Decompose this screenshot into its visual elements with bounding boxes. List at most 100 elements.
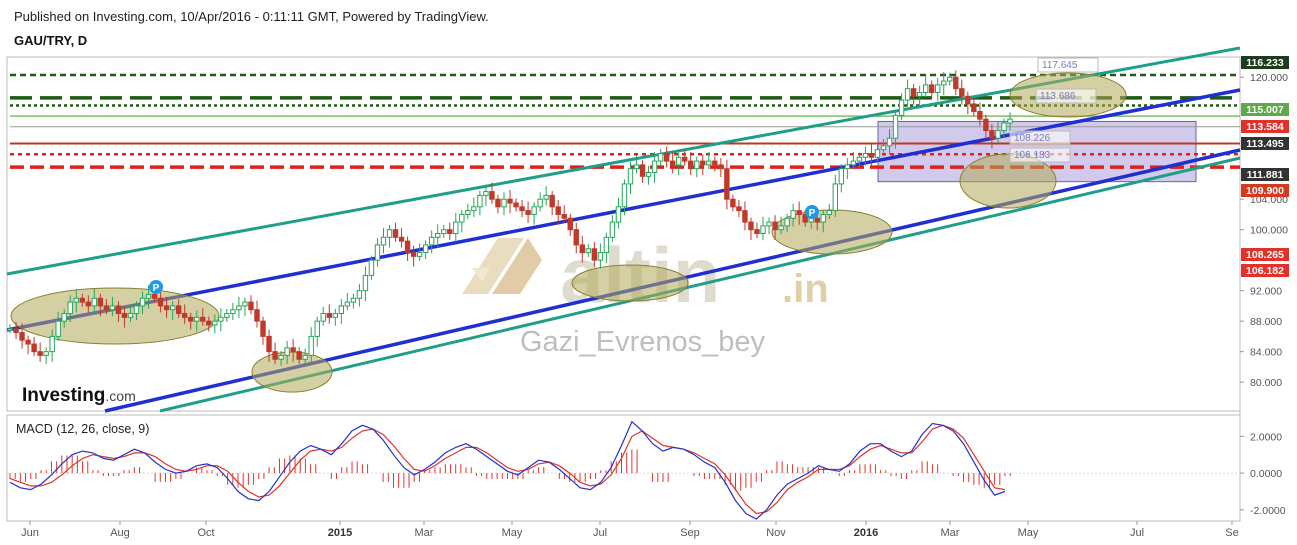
candle-body [67, 301, 73, 315]
candle-body [886, 137, 893, 147]
candle-body [579, 244, 585, 254]
y-tick-label: 120.000 [1250, 72, 1288, 84]
candle-body [790, 210, 796, 219]
highlight-zone-ellipse [10, 287, 220, 345]
candle-body [651, 160, 658, 174]
candle-body [212, 320, 218, 326]
x-tick-label: Se [1225, 527, 1238, 539]
candle-body [935, 84, 941, 93]
candle-body [549, 194, 555, 208]
candle-body [428, 236, 435, 246]
candle-body [525, 210, 531, 215]
x-tick-label: Mar [941, 527, 960, 539]
candle-body [410, 252, 417, 257]
candle-body [392, 229, 399, 238]
candle-body [79, 297, 85, 303]
candle-body [73, 297, 79, 303]
price-badge-label: 116.233 [1246, 57, 1284, 69]
candle-body [820, 213, 826, 223]
candle-body [19, 332, 25, 341]
candle-body [374, 244, 381, 261]
candle-body [874, 149, 881, 158]
candle-body [663, 152, 670, 162]
candle-body [260, 320, 266, 337]
candle-body [537, 198, 543, 208]
altin-logo-icon [462, 238, 542, 294]
candle-body [748, 221, 754, 231]
candle-body [194, 316, 200, 322]
candle-body [627, 168, 634, 185]
chart-canvas[interactable]: altin .in Gazi_Evrenos_bey PP117.645113.… [0, 0, 1297, 545]
candle-body [1001, 122, 1007, 132]
candle-body [350, 297, 357, 303]
candle-body [121, 313, 128, 318]
candle-body [453, 221, 459, 234]
candle-body [338, 305, 345, 315]
candle-body [772, 221, 778, 231]
pivot-marker-label: P [809, 208, 816, 219]
candle-body [639, 164, 646, 177]
candle-body [609, 221, 616, 238]
candle-body [868, 152, 875, 158]
macd-y-tick-label: -2.0000 [1250, 505, 1286, 517]
candle-body [983, 118, 989, 132]
fib-label: 108.226 [1014, 133, 1051, 144]
highlight-zone-ellipse [771, 209, 893, 255]
candle-body [694, 160, 700, 170]
candle-body [838, 168, 845, 185]
candle-body [489, 191, 495, 200]
x-tick-label: Oct [197, 527, 214, 539]
candle-body [224, 313, 230, 318]
candle-body [109, 305, 116, 311]
candle-body [959, 88, 965, 97]
candle-body [922, 84, 929, 93]
candle-body [561, 213, 567, 219]
candle-body [621, 183, 628, 208]
candle-body [200, 316, 206, 322]
candle-body [181, 313, 188, 318]
candle-body [332, 313, 339, 318]
x-tick-label: Mar [415, 527, 434, 539]
candle-body [302, 354, 308, 360]
macd-y-tick-label: 2.0000 [1250, 431, 1282, 443]
candle-body [1007, 118, 1013, 124]
x-tick-label: Nov [766, 527, 786, 539]
candle-body [633, 164, 640, 170]
candle-body [308, 335, 314, 356]
candle-body [585, 248, 592, 254]
watermark-author: Gazi_Evrenos_bey [520, 326, 766, 358]
candle-body [657, 152, 664, 162]
price-badge-label: 106.182 [1246, 265, 1284, 277]
macd-y-tick-label: 0.0000 [1250, 468, 1282, 480]
candle-body [230, 309, 236, 315]
candle-body [766, 221, 772, 227]
candle-body [380, 236, 387, 246]
watermark-brand-tld: .in [782, 267, 829, 311]
highlight-zone-ellipse [251, 351, 333, 393]
candle-body [25, 339, 31, 345]
x-tick-label: Aug [110, 527, 130, 539]
candle-body [928, 84, 935, 93]
candle-body [941, 80, 947, 86]
price-badge-label: 115.007 [1246, 104, 1284, 116]
candle-body [531, 206, 537, 215]
candle-body [404, 240, 411, 254]
candle-body [675, 156, 682, 166]
candle-body [573, 229, 579, 246]
candle-body [519, 206, 525, 212]
candle-body [603, 236, 610, 254]
candle-body [862, 152, 869, 158]
x-tick-label: Jul [593, 527, 607, 539]
price-badge-label: 109.900 [1246, 185, 1284, 197]
candle-body [368, 259, 375, 276]
candle-body [133, 305, 140, 315]
candle-body [483, 191, 489, 196]
candle-body [814, 217, 820, 223]
x-tick-label: Jul [1130, 527, 1144, 539]
candle-body [465, 210, 471, 215]
candle-body [55, 320, 61, 337]
candle-body [248, 301, 254, 311]
candle-body [681, 156, 688, 162]
candle-body [127, 313, 134, 318]
candle-body [362, 274, 369, 292]
